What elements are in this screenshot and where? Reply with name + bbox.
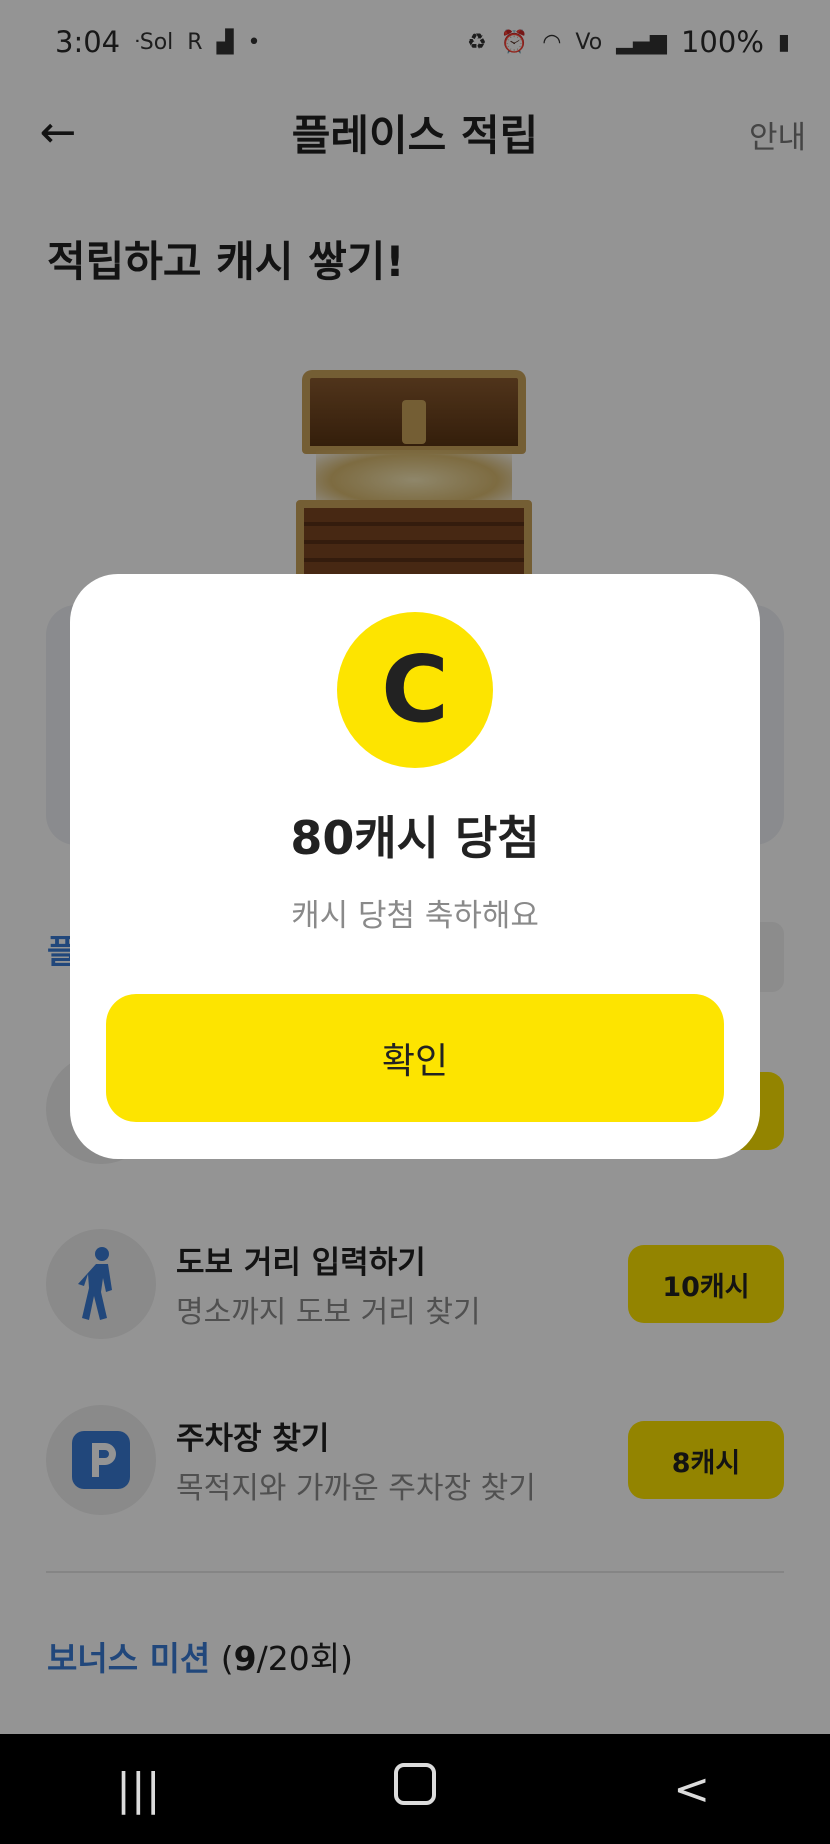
chevron-left-icon: < bbox=[673, 1763, 711, 1815]
cash-coin-icon: C bbox=[337, 612, 493, 768]
recent-apps-icon: ||| bbox=[116, 1763, 161, 1815]
dialog-title: 80캐시 당첨 bbox=[290, 811, 540, 865]
recent-apps-button[interactable]: ||| bbox=[78, 1764, 198, 1815]
system-back-button[interactable]: < bbox=[632, 1764, 752, 1815]
coin-letter: C bbox=[381, 636, 449, 743]
system-nav-bar: ||| < bbox=[0, 1734, 830, 1844]
dialog-subtitle: 캐시 당첨 축하해요 bbox=[291, 898, 539, 934]
home-icon bbox=[393, 1762, 436, 1805]
reward-dialog: C 80캐시 당첨 캐시 당첨 축하해요 확인 bbox=[70, 574, 760, 1159]
home-button[interactable] bbox=[355, 1762, 475, 1816]
confirm-button[interactable]: 확인 bbox=[106, 994, 724, 1122]
